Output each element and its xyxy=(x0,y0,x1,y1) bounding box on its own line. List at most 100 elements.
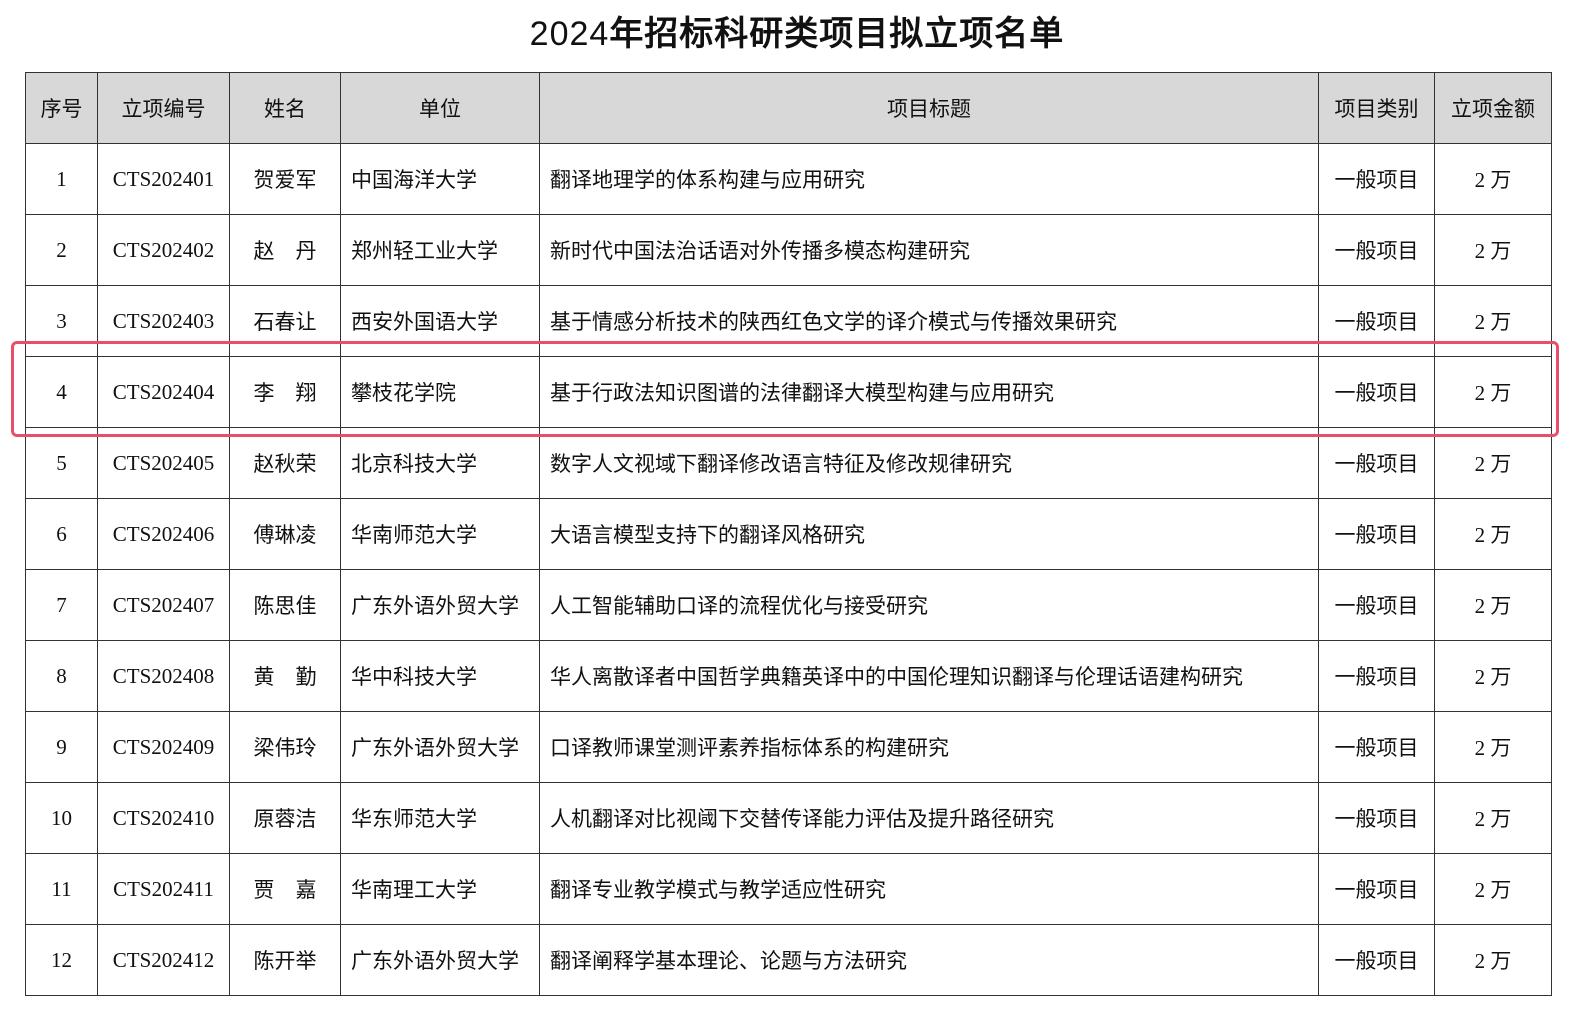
cell-unit: 华南师范大学 xyxy=(340,498,540,570)
cell-title: 口译教师课堂测评素养指标体系的构建研究 xyxy=(539,711,1319,783)
cell-no: 1 xyxy=(25,143,98,215)
cell-code: CTS202402 xyxy=(97,214,230,286)
title-text: 年招标科研类项目拟立项名单 xyxy=(609,14,1065,54)
cell-title: 新时代中国法治话语对外传播多模态构建研究 xyxy=(539,214,1319,286)
cell-unit: 华中科技大学 xyxy=(340,640,540,712)
page-title: 2024年招标科研类项目拟立项名单 xyxy=(0,6,1594,55)
cell-code: CTS202404 xyxy=(97,356,230,428)
table-row: 3 CTS202403 石春让 西安外国语大学 基于情感分析技术的陕西红色文学的译介模式… xyxy=(25,285,1552,357)
cell-type: 一般项目 xyxy=(1318,782,1435,854)
project-table: 序号 立项编号 姓名 单位 项目标题 项目类别 立项金额 1 CTS202401 贺… xyxy=(25,72,1552,996)
cell-code: CTS202412 xyxy=(97,924,230,996)
cell-unit: 中国海洋大学 xyxy=(340,143,540,215)
cell-type: 一般项目 xyxy=(1318,853,1435,925)
cell-name: 石春让 xyxy=(229,285,341,357)
cell-amount: 2 万 xyxy=(1434,427,1552,499)
header-amount: 立项金额 xyxy=(1434,72,1552,144)
cell-name: 梁伟玲 xyxy=(229,711,341,783)
cell-code: CTS202403 xyxy=(97,285,230,357)
cell-title: 人工智能辅助口译的流程优化与接受研究 xyxy=(539,569,1319,641)
cell-unit: 北京科技大学 xyxy=(340,427,540,499)
cell-code: CTS202411 xyxy=(97,853,230,925)
cell-amount: 2 万 xyxy=(1434,782,1552,854)
cell-amount: 2 万 xyxy=(1434,640,1552,712)
cell-name: 赵秋荣 xyxy=(229,427,341,499)
table-row: 1 CTS202401 贺爱军 中国海洋大学 翻译地理学的体系构建与应用研究 一般项目 2 … xyxy=(25,143,1552,215)
cell-unit: 郑州轻工业大学 xyxy=(340,214,540,286)
table-row: 12 CTS202412 陈开举 广东外语外贸大学 翻译阐释学基本理论、论题与方法研究一… xyxy=(25,924,1552,996)
cell-no: 2 xyxy=(25,214,98,286)
cell-type: 一般项目 xyxy=(1318,427,1435,499)
cell-unit: 广东外语外贸大学 xyxy=(340,711,540,783)
table-row: 9 CTS202409 梁伟玲 广东外语外贸大学 口译教师课堂测评素养指标体系的构建研究… xyxy=(25,711,1552,783)
cell-unit: 华南理工大学 xyxy=(340,853,540,925)
cell-amount: 2 万 xyxy=(1434,569,1552,641)
cell-no: 8 xyxy=(25,640,98,712)
cell-no: 4 xyxy=(25,356,98,428)
cell-name: 赵 丹 xyxy=(229,214,341,286)
cell-amount: 2 万 xyxy=(1434,285,1552,357)
cell-no: 7 xyxy=(25,569,98,641)
cell-code: CTS202409 xyxy=(97,711,230,783)
cell-unit: 攀枝花学院 xyxy=(340,356,540,428)
cell-type: 一般项目 xyxy=(1318,356,1435,428)
cell-code: CTS202410 xyxy=(97,782,230,854)
cell-title: 翻译专业教学模式与教学适应性研究 xyxy=(539,853,1319,925)
cell-amount: 2 万 xyxy=(1434,143,1552,215)
table-row: 11 CTS202411 贾 嘉华南理工大学 翻译专业教学模式与教学适应性研究 一般项目… xyxy=(25,853,1552,925)
header-name: 姓名 xyxy=(229,72,341,144)
cell-type: 一般项目 xyxy=(1318,924,1435,996)
cell-unit: 西安外国语大学 xyxy=(340,285,540,357)
header-no: 序号 xyxy=(25,72,98,144)
cell-unit: 广东外语外贸大学 xyxy=(340,924,540,996)
table-row: 4 CTS202404 李 翔攀枝花学院 基于行政法知识图谱的法律翻译大模型构建与应用… xyxy=(25,356,1552,428)
table-row: 10 CTS202410 原蓉洁 华东师范大学 人机翻译对比视阈下交替传译能力评估及提升… xyxy=(25,782,1552,854)
cell-unit: 广东外语外贸大学 xyxy=(340,569,540,641)
cell-type: 一般项目 xyxy=(1318,569,1435,641)
header-title: 项目标题 xyxy=(539,72,1319,144)
table-row: 8 CTS202408 黄 勤华中科技大学 华人离散译者中国哲学典籍英译中的中国伦理知… xyxy=(25,640,1552,712)
cell-name: 原蓉洁 xyxy=(229,782,341,854)
cell-code: CTS202401 xyxy=(97,143,230,215)
cell-amount: 2 万 xyxy=(1434,924,1552,996)
cell-no: 6 xyxy=(25,498,98,570)
cell-no: 9 xyxy=(25,711,98,783)
cell-type: 一般项目 xyxy=(1318,143,1435,215)
cell-code: CTS202406 xyxy=(97,498,230,570)
cell-amount: 2 万 xyxy=(1434,498,1552,570)
cell-name: 傅琳凌 xyxy=(229,498,341,570)
title-year: 2024 xyxy=(529,15,610,53)
table-row: 6 CTS202406 傅琳凌 华南师范大学 大语言模型支持下的翻译风格研究 一般项目 2 … xyxy=(25,498,1552,570)
cell-no: 10 xyxy=(25,782,98,854)
table-row: 5 CTS202405 赵秋荣 北京科技大学 数字人文视域下翻译修改语言特征及修改规律研… xyxy=(25,427,1552,499)
table-row: 2 CTS202402 赵 丹郑州轻工业大学 新时代中国法治话语对外传播多模态构建研究… xyxy=(25,214,1552,286)
cell-name: 李 翔 xyxy=(229,356,341,428)
cell-title: 华人离散译者中国哲学典籍英译中的中国伦理知识翻译与伦理话语建构研究 xyxy=(539,640,1319,712)
header-code: 立项编号 xyxy=(97,72,230,144)
cell-type: 一般项目 xyxy=(1318,214,1435,286)
cell-title: 基于行政法知识图谱的法律翻译大模型构建与应用研究 xyxy=(539,356,1319,428)
cell-title: 大语言模型支持下的翻译风格研究 xyxy=(539,498,1319,570)
cell-code: CTS202408 xyxy=(97,640,230,712)
cell-name: 陈开举 xyxy=(229,924,341,996)
cell-name: 贾 嘉 xyxy=(229,853,341,925)
header-unit: 单位 xyxy=(340,72,540,144)
cell-type: 一般项目 xyxy=(1318,498,1435,570)
cell-code: CTS202407 xyxy=(97,569,230,641)
cell-name: 黄 勤 xyxy=(229,640,341,712)
cell-no: 11 xyxy=(25,853,98,925)
cell-name: 贺爱军 xyxy=(229,143,341,215)
cell-amount: 2 万 xyxy=(1434,214,1552,286)
cell-title: 人机翻译对比视阈下交替传译能力评估及提升路径研究 xyxy=(539,782,1319,854)
table-header-row: 序号 立项编号 姓名 单位 项目标题 项目类别 立项金额 xyxy=(25,72,1552,144)
cell-amount: 2 万 xyxy=(1434,356,1552,428)
cell-type: 一般项目 xyxy=(1318,640,1435,712)
header-type: 项目类别 xyxy=(1318,72,1435,144)
cell-no: 5 xyxy=(25,427,98,499)
cell-title: 数字人文视域下翻译修改语言特征及修改规律研究 xyxy=(539,427,1319,499)
cell-unit: 华东师范大学 xyxy=(340,782,540,854)
cell-type: 一般项目 xyxy=(1318,285,1435,357)
table-row: 7 CTS202407 陈思佳 广东外语外贸大学 人工智能辅助口译的流程优化与接受研究一… xyxy=(25,569,1552,641)
cell-title: 基于情感分析技术的陕西红色文学的译介模式与传播效果研究 xyxy=(539,285,1319,357)
cell-code: CTS202405 xyxy=(97,427,230,499)
